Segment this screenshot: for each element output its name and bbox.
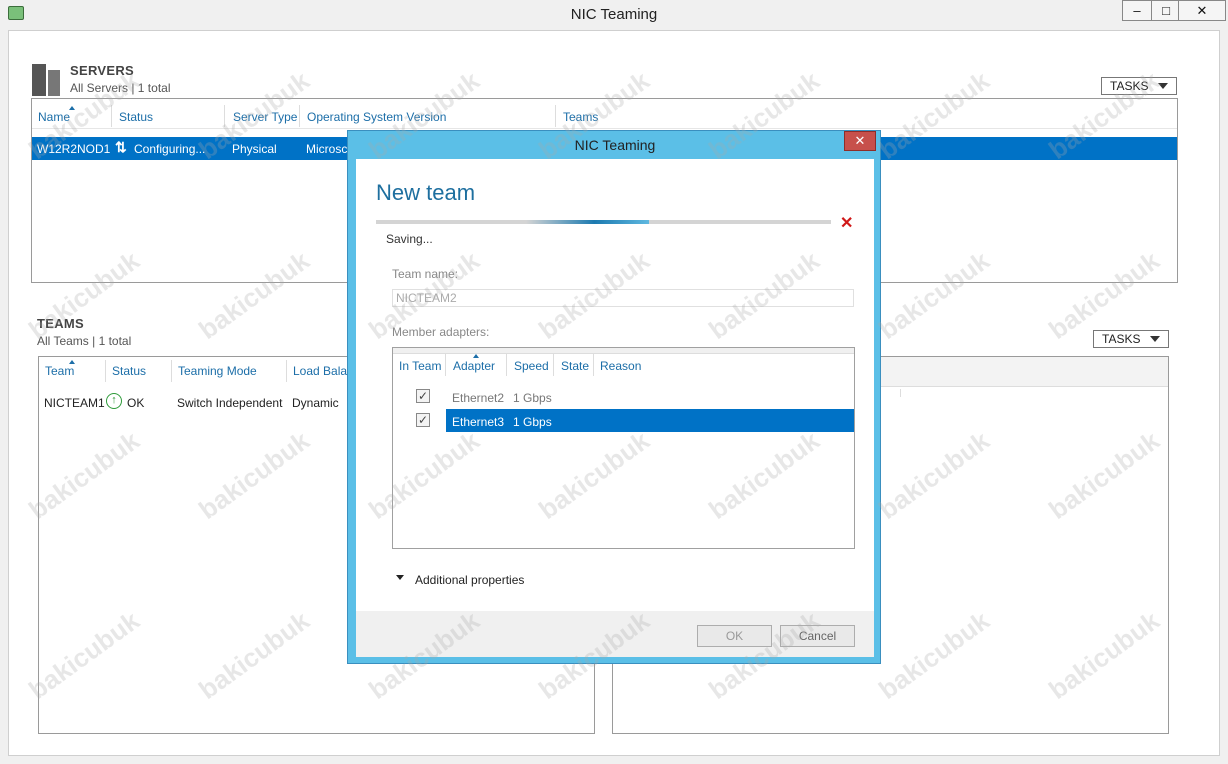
refresh-icon: ⇅ [115, 139, 127, 155]
adapter-row-selection: Ethernet3 1 Gbps [446, 409, 854, 432]
col-teaming-mode[interactable]: Teaming Mode [178, 364, 257, 378]
adapters-list-header: In Team Adapter Speed State Reason [393, 354, 854, 378]
server-os: Microsc [306, 142, 348, 156]
col-teams[interactable]: Teams [563, 110, 598, 124]
saving-status: Saving... [386, 232, 433, 246]
team-mode: Switch Independent [177, 396, 283, 410]
cancel-button[interactable]: Cancel [780, 625, 855, 647]
additional-properties-toggle[interactable]: Additional properties [396, 571, 576, 589]
team-name-label: Team name: [392, 267, 459, 281]
dialog-body: New team ✕ Saving... Team name: Member a… [356, 159, 874, 657]
adapter-row[interactable]: ✓ Ethernet2 1 Gbps [393, 385, 854, 408]
servers-subtitle: All Servers | 1 total [70, 81, 171, 95]
adapter-speed: 1 Gbps [513, 415, 552, 429]
minimize-button[interactable]: – [1122, 0, 1152, 21]
col-load-balancing[interactable]: Load Balar [293, 364, 351, 378]
col-status[interactable]: Status [119, 110, 153, 124]
dialog-close-button[interactable]: ✕ [844, 131, 876, 151]
col-team[interactable]: Team [45, 364, 74, 378]
servers-title: SERVERS [70, 63, 134, 78]
team-name: NICTEAM1 [44, 396, 105, 410]
col-adapter[interactable]: Adapter [453, 359, 495, 373]
col-state[interactable]: State [561, 359, 589, 373]
servers-icon [32, 64, 62, 96]
teams-subtitle: All Teams | 1 total [37, 334, 132, 348]
progress-bar [376, 220, 831, 224]
dialog-footer: OK Cancel [356, 611, 874, 657]
maximize-button[interactable]: □ [1151, 0, 1181, 21]
title-bar: NIC Teaming – □ ✕ [0, 0, 1228, 30]
cancel-operation-icon[interactable]: ✕ [840, 213, 853, 233]
in-team-checkbox[interactable]: ✓ [416, 389, 430, 403]
additional-properties-label: Additional properties [415, 573, 525, 587]
servers-header-row: Name Status Server Type Operating System… [32, 99, 1177, 129]
col-team-status[interactable]: Status [112, 364, 146, 378]
chevron-down-icon [396, 575, 404, 580]
ok-button[interactable]: OK [697, 625, 772, 647]
member-adapters-label: Member adapters: [392, 325, 490, 339]
col-reason[interactable]: Reason [600, 359, 641, 373]
in-team-checkbox[interactable]: ✓ [416, 413, 430, 427]
status-ok-icon: ↑ [106, 393, 122, 409]
new-team-dialog: NIC Teaming ✕ New team ✕ Saving... Team … [347, 130, 881, 664]
adapter-name: Ethernet2 [452, 391, 505, 405]
server-status: Configuring... [134, 142, 206, 156]
servers-tasks-label: TASKS [1110, 79, 1149, 93]
chevron-down-icon [1158, 83, 1168, 89]
team-load-balancing: Dynamic [292, 396, 339, 410]
dialog-heading: New team [376, 180, 476, 205]
team-name-input[interactable] [392, 289, 854, 307]
dialog-title: NIC Teaming [574, 137, 656, 153]
servers-tasks-dropdown[interactable]: TASKS [1101, 77, 1177, 95]
member-adapters-list: In Team Adapter Speed State Reason ✓ Eth… [392, 347, 855, 549]
progress-fill [376, 220, 649, 224]
col-speed[interactable]: Speed [514, 359, 549, 373]
adapters-tasks-dropdown[interactable]: TASKS [1093, 330, 1169, 348]
adapter-speed: 1 Gbps [513, 391, 552, 405]
team-status: OK [127, 396, 145, 410]
adapters-tasks-label: TASKS [1102, 332, 1141, 346]
server-type: Physical [232, 142, 277, 156]
col-in-team[interactable]: In Team [399, 359, 441, 373]
window-title: NIC Teaming [570, 6, 658, 23]
close-button[interactable]: ✕ [1178, 0, 1226, 21]
col-server-type[interactable]: Server Type [233, 110, 297, 124]
chevron-down-icon [1150, 336, 1160, 342]
col-name[interactable]: Name [38, 110, 70, 124]
adapter-row[interactable]: ✓ Ethernet3 1 Gbps [393, 409, 854, 432]
sort-ascending-icon [473, 354, 479, 358]
teams-title: TEAMS [37, 316, 84, 331]
server-name: W12R2NOD1 [37, 142, 111, 156]
col-os-version[interactable]: Operating System Version [307, 110, 446, 124]
adapter-name: Ethernet3 [452, 415, 505, 429]
